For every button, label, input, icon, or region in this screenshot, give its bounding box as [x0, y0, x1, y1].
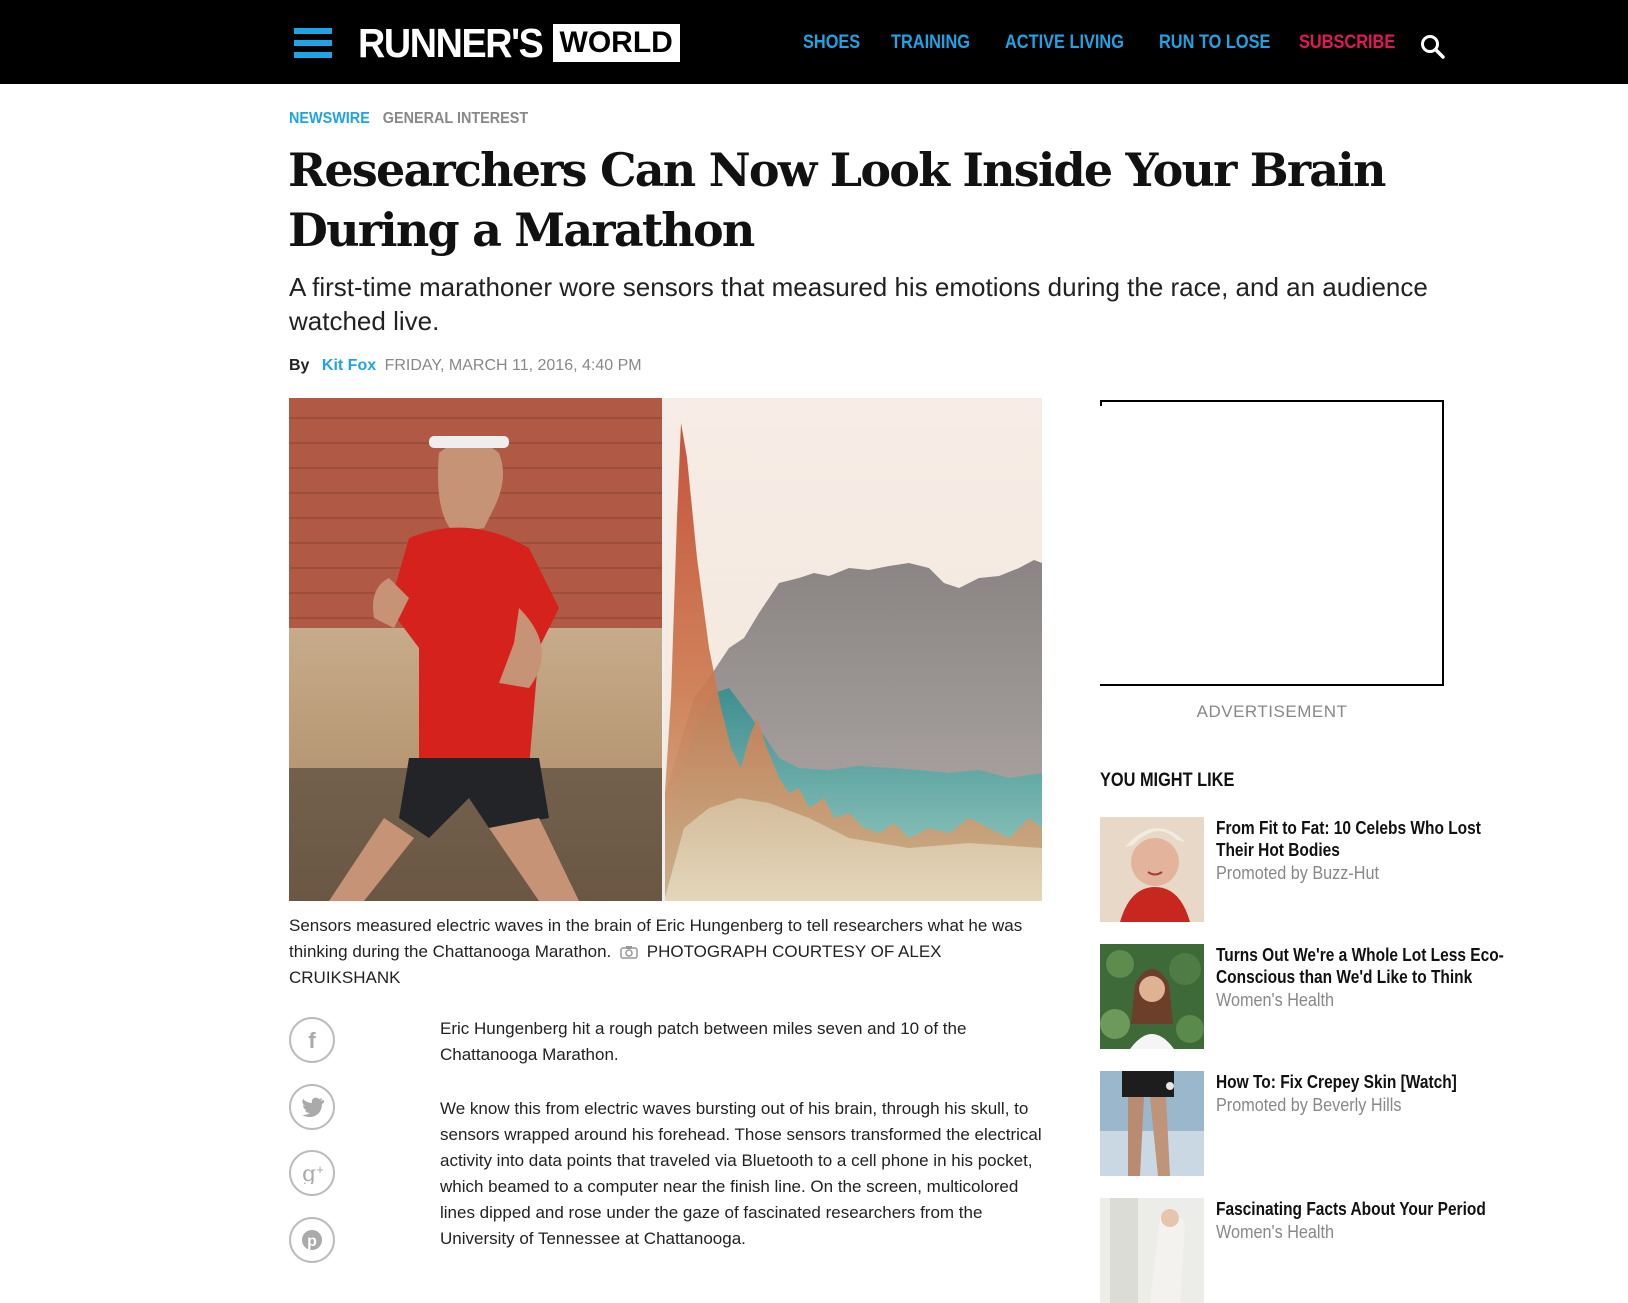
recommendation-thumbnail	[1100, 1071, 1204, 1176]
svg-text:g: g	[302, 1162, 316, 1184]
share-facebook-button[interactable]: f	[289, 1017, 335, 1063]
share-pinterest-button[interactable]: p	[289, 1217, 335, 1263]
recommendation-item[interactable]: Fascinating Facts About Your Period Wome…	[1100, 1198, 1620, 1303]
author-link[interactable]: Kit Fox	[322, 357, 376, 374]
logo-text: RUNNER'S	[358, 19, 544, 66]
twitter-icon	[302, 1097, 324, 1117]
breadcrumb-newswire[interactable]: NEWSWIRE	[289, 110, 370, 127]
svg-text:+: +	[316, 1162, 324, 1177]
svg-text:p: p	[307, 1233, 317, 1250]
search-icon[interactable]	[1420, 34, 1446, 60]
svg-text:f: f	[308, 1029, 316, 1051]
google-plus-icon: g +	[302, 1162, 324, 1184]
recommendation-title: How To: Fix Crepey Skin [Watch]	[1216, 1072, 1457, 1092]
article-dek: A first-time marathoner wore sensors tha…	[289, 272, 1428, 336]
camera-icon	[620, 946, 638, 959]
recommendation-source: Women's Health	[1216, 1222, 1335, 1242]
breadcrumb: NEWSWIRE GENERAL INTEREST	[289, 110, 528, 128]
advertisement-slot[interactable]	[1100, 400, 1444, 686]
article-body: Eric Hungenberg hit a rough patch betwee…	[440, 1016, 1050, 1280]
recommendation-item[interactable]: Turns Out We're a Whole Lot Less Eco-Con…	[1100, 944, 1620, 1049]
recommendation-title: Turns Out We're a Whole Lot Less Eco-Con…	[1216, 945, 1504, 987]
breadcrumb-general-interest[interactable]: GENERAL INTEREST	[383, 110, 528, 127]
you-might-like-heading: YOU MIGHT LIKE	[1100, 770, 1235, 791]
share-google-plus-button[interactable]: g +	[289, 1150, 335, 1196]
article-title: Researchers Can Now Look Inside Your Bra…	[288, 143, 1386, 257]
recommendation-item[interactable]: How To: Fix Crepey Skin [Watch] Promoted…	[1100, 1071, 1620, 1176]
site-logo[interactable]: RUNNER'S WORLD	[358, 20, 680, 66]
nav-shoes[interactable]: SHOES	[803, 32, 860, 54]
publish-date: FRIDAY, MARCH 11, 2016, 4:40 PM	[384, 357, 642, 374]
recommendation-thumbnail	[1100, 944, 1204, 1049]
byline-label: By	[289, 357, 310, 374]
image-caption: Sensors measured electric waves in the b…	[289, 913, 1049, 991]
site-header: RUNNER'S WORLD SHOES TRAINING ACTIVE LIV…	[0, 0, 1628, 84]
hamburger-menu-icon[interactable]	[294, 28, 332, 58]
nav-subscribe[interactable]: SUBSCRIBE	[1299, 32, 1395, 54]
recommendation-thumbnail	[1100, 1198, 1204, 1303]
recommendation-source: Women's Health	[1216, 990, 1335, 1010]
byline: By Kit Fox FRIDAY, MARCH 11, 2016, 4:40 …	[289, 357, 642, 375]
recommendation-item[interactable]: From Fit to Fat: 10 Celebs Who Lost Thei…	[1100, 817, 1620, 922]
paragraph: Eric Hungenberg hit a rough patch betwee…	[440, 1019, 967, 1064]
recommendation-title: From Fit to Fat: 10 Celebs Who Lost Thei…	[1216, 818, 1481, 860]
recommendation-title: Fascinating Facts About Your Period	[1216, 1199, 1486, 1219]
hero-image	[289, 398, 1042, 901]
share-twitter-button[interactable]	[289, 1084, 335, 1130]
nav-active-living[interactable]: ACTIVE LIVING	[1005, 32, 1124, 54]
recommendation-source: Promoted by Beverly Hills	[1216, 1095, 1402, 1115]
pinterest-icon: p	[302, 1230, 322, 1250]
advertisement-label: ADVERTISEMENT	[1196, 702, 1348, 721]
recommendation-source: Promoted by Buzz-Hut	[1216, 863, 1379, 883]
nav-training[interactable]: TRAINING	[891, 32, 970, 54]
logo-box-text: WORLD	[552, 24, 680, 62]
paragraph: We know this from electric waves burstin…	[440, 1099, 1042, 1248]
facebook-icon: f	[308, 1029, 316, 1051]
recommendation-thumbnail	[1100, 817, 1204, 922]
nav-run-to-lose[interactable]: RUN TO LOSE	[1159, 32, 1270, 54]
